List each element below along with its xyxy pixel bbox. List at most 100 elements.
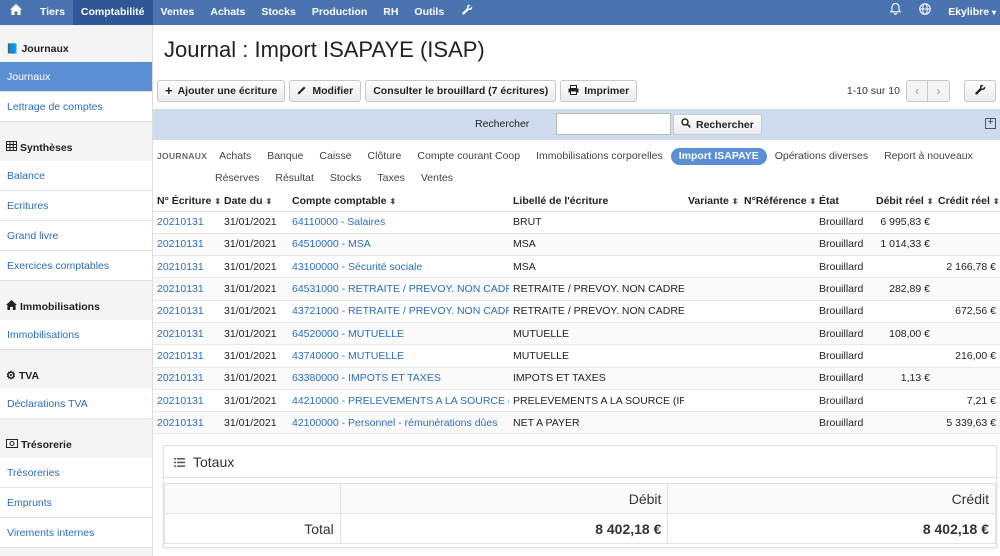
sidebar-section-tresorerie: Trésorerie [0,433,152,458]
nav-outils[interactable]: Outils [406,0,452,25]
journal-pill[interactable]: Stocks [322,170,370,187]
entry-number-link[interactable]: 20210131 [157,372,204,384]
table-row: 20210131 31/01/2021 64520000 - MUTUELLE MUT… [153,322,1000,346]
previous-page-button[interactable]: ‹ [906,80,928,102]
account-link[interactable]: 43740000 - MUTUELLE [292,350,404,362]
journal-pill[interactable]: Banque [259,148,311,165]
journal-pill[interactable]: Compte courant Coop [409,148,528,165]
entry-label: MSA [513,260,536,273]
wrench-icon[interactable] [452,0,482,25]
entry-label: MUTUELLE [513,349,570,362]
column-header[interactable]: Date du ⬍ [220,191,288,212]
entry-number-link[interactable]: 20210131 [157,328,204,340]
user-menu[interactable]: Ekylibre ▾ [940,0,1000,25]
column-header[interactable]: Libellé de l'écriture [509,191,684,212]
journal-pill[interactable]: Résultat [267,170,322,187]
column-header[interactable]: État [815,191,872,212]
entry-number-link[interactable]: 20210131 [157,417,204,429]
sidebar-item-declarations-tva[interactable]: Déclarations TVA [0,389,152,419]
nav-tiers[interactable]: Tiers [32,0,73,25]
search-input[interactable] [556,113,671,135]
sidebar-item-emprunts[interactable]: Emprunts [0,488,152,518]
edit-button[interactable]: Modifier [289,80,362,102]
expand-icon[interactable]: + [985,118,996,129]
sidebar-item-tresoreries[interactable]: Trésoreries [0,458,152,488]
next-page-button[interactable]: › [928,80,950,102]
column-header[interactable]: N° Écriture ⬍ [153,191,221,212]
journal-pill[interactable]: Report à nouveaux [876,148,981,165]
sidebar-item-exercices[interactable]: Exercices comptables [0,251,152,281]
column-header[interactable]: Variante ⬍ [684,191,740,212]
entry-state: Brouillard [819,416,864,429]
sidebar-section-title: Journaux [21,43,69,55]
nav-stocks[interactable]: Stocks [253,0,303,25]
entry-number-link[interactable]: 20210131 [157,350,204,362]
print-label: Imprimer [584,85,630,97]
gear-icon: ⚙ [6,370,16,382]
account-link[interactable]: 64520000 - MUTUELLE [292,328,404,340]
nav-rh[interactable]: RH [375,0,406,25]
account-link[interactable]: 43721000 - RETRAITE / PREVOY. NON CADRE [292,305,509,317]
view-draft-button[interactable]: Consulter le brouillard (7 écritures) [365,80,557,102]
credit-cell: 2 166,78 € [946,260,996,273]
nav-ventes[interactable]: Ventes [153,0,203,25]
bell-icon[interactable] [880,0,910,25]
home-icon[interactable] [0,0,32,25]
totals-panel: Totaux Débit Crédit Total 8 402,18 € 8 4… [163,445,997,548]
totals-debit-value: 8 402,18 € [339,513,669,544]
entry-number-link[interactable]: 20210131 [157,283,204,295]
totals-header: Totaux [164,446,996,478]
journal-pill[interactable]: Caisse [311,148,359,165]
entries-table: N° Écriture ⬍ Date du ⬍ Compte comptable… [153,191,1000,435]
settings-button[interactable] [964,80,996,102]
nav-comptabilite[interactable]: Comptabilité [72,0,153,25]
sidebar-item-virements[interactable]: Virements internes [0,518,152,548]
table-row: 20210131 31/01/2021 43721000 - RETRAITE / … [153,300,1000,323]
sidebar-section-title: Trésorerie [21,439,72,451]
column-header[interactable]: Débit réel ⬍ [872,191,934,212]
entry-number-link[interactable]: 20210131 [157,395,204,407]
account-link[interactable]: 63380000 - IMPOTS ET TAXES [292,372,441,384]
globe-icon[interactable] [910,0,940,25]
account-link[interactable]: 64110000 - Salaires [292,216,385,228]
entry-label: BRUT [513,216,542,229]
journal-pill[interactable]: Taxes [369,170,412,187]
account-link[interactable]: 44210000 - PRELEVEMENTS A LA SOURCE (IR) [292,395,509,407]
journal-pill[interactable]: Achats [211,148,259,165]
nav-achats[interactable]: Achats [202,0,253,25]
entry-number-link[interactable]: 20210131 [157,216,204,228]
entry-number-link[interactable]: 20210131 [157,238,204,250]
account-link[interactable]: 64510000 - MSA [292,238,371,250]
entry-date: 31/01/2021 [224,349,277,362]
entry-number-link[interactable]: 20210131 [157,261,204,273]
sidebar-item-lettrage[interactable]: Lettrage de comptes [0,92,152,122]
entry-number-link[interactable]: 20210131 [157,305,204,317]
sidebar-item-journaux[interactable]: Journaux [0,62,152,92]
account-link[interactable]: 43100000 - Sécurité sociale [292,261,422,273]
sidebar-item-grand-livre[interactable]: Grand livre [0,221,152,251]
journal-pill[interactable]: Immobilisations corporelles [528,148,671,165]
journal-pill[interactable]: Réserves [207,170,267,187]
print-button[interactable]: Imprimer [560,80,638,102]
add-entry-button[interactable]: + Ajouter une écriture [157,80,286,102]
totals-row: Total 8 402,18 € 8 402,18 € [164,513,996,544]
journal-pill[interactable]: Opérations diverses [767,148,876,165]
nav-production[interactable]: Production [304,0,375,25]
wrench-icon [974,84,986,98]
search-button[interactable]: Rechercher [673,114,762,135]
column-header[interactable]: N°Référence ⬍ [740,191,816,212]
column-header[interactable]: Compte comptable ⬍ [288,191,509,212]
journal-pill[interactable]: Ventes [413,170,461,187]
journal-pill[interactable]: Clôture [360,148,410,165]
column-header[interactable]: Crédit réel ⬍ [934,191,1000,212]
journal-pill-active[interactable]: Import ISAPAYE [670,147,767,165]
sidebar-item-immobilisations[interactable]: Immobilisations [0,320,152,350]
account-link[interactable]: 42100000 - Personnel - rémunérations dûe… [292,417,497,429]
account-link[interactable]: 64531000 - RETRAITE / PREVOY. NON CADRE [292,283,509,295]
table-row: 20210131 31/01/2021 64531000 - RETRAITE / … [153,277,1000,301]
search-bar: Rechercher Rechercher + [153,109,1000,140]
credit-cell: 216,00 € [955,349,996,362]
sidebar-item-balance[interactable]: Balance [0,161,152,191]
entry-state: Brouillard [819,305,864,318]
sidebar-item-ecritures[interactable]: Ecritures [0,191,152,221]
